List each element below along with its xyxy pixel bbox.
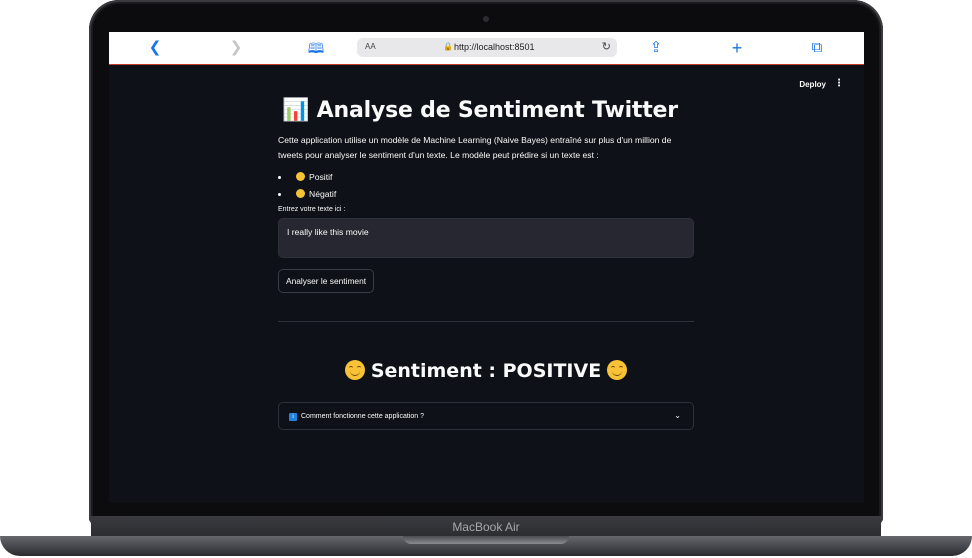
- frowning-face-icon: [296, 189, 305, 198]
- analyze-button[interactable]: Analyser le sentiment: [278, 269, 375, 293]
- info-icon: i: [289, 413, 297, 421]
- option-negative: Négatif: [309, 189, 337, 199]
- chevron-right-icon[interactable]: ❯: [226, 38, 246, 58]
- text-input-label: Entrez votre texte ici :: [278, 206, 346, 213]
- url-text[interactable]: http://localhost:8501: [454, 42, 535, 52]
- list-item: Négatif: [290, 189, 694, 199]
- browser-toolbar: ❮ ❯ 🕮 AA 🔒 http://localhost:8501 ↻ ⇪ + ⧉: [109, 32, 864, 65]
- text-input[interactable]: I really like this movie: [278, 218, 694, 258]
- book-icon[interactable]: 🕮: [306, 38, 326, 58]
- chevron-left-icon[interactable]: ❮: [145, 38, 165, 58]
- share-icon[interactable]: ⇪: [646, 38, 666, 58]
- option-positive: Positif: [309, 172, 333, 182]
- expander-label[interactable]: Comment fonctionne cette application ?: [301, 413, 424, 420]
- intro-text: Cette application utilise un modèle de M…: [278, 135, 672, 160]
- info-expander[interactable]: i Comment fonctionne cette application ?…: [278, 402, 694, 430]
- page-title: 📊 Analyse de Sentiment Twitter: [282, 98, 694, 123]
- main-content: 📊 Analyse de Sentiment Twitter Cette app…: [278, 90, 694, 430]
- page-title-text: Analyse de Sentiment Twitter: [316, 98, 678, 123]
- smiling-face-icon: [296, 172, 305, 181]
- list-item: Positif: [290, 172, 694, 182]
- sentiment-options-list: Positif Négatif: [278, 172, 694, 199]
- reload-icon[interactable]: ↻: [602, 40, 611, 53]
- camera-icon: [483, 16, 489, 22]
- browser-window: ❮ ❯ 🕮 AA 🔒 http://localhost:8501 ↻ ⇪ + ⧉…: [109, 32, 864, 503]
- plus-icon[interactable]: +: [727, 38, 747, 58]
- sentiment-result-text: Sentiment : POSITIVE: [370, 360, 602, 382]
- deploy-button[interactable]: Deploy: [799, 80, 826, 89]
- tabs-icon[interactable]: ⧉: [807, 38, 827, 58]
- smiling-face-icon: [344, 360, 365, 380]
- address-bar[interactable]: AA 🔒 http://localhost:8501 ↻: [357, 38, 617, 57]
- main-menu-icon[interactable]: ⋮: [834, 78, 844, 89]
- divider: [278, 321, 694, 322]
- text-size-button[interactable]: AA: [365, 42, 376, 51]
- laptop-notch: [403, 536, 569, 544]
- sentiment-result: Sentiment : POSITIVE: [278, 360, 694, 382]
- smiling-face-icon: [607, 360, 628, 380]
- lock-icon: 🔒: [443, 42, 453, 51]
- chevron-down-icon[interactable]: ⌄: [674, 411, 681, 420]
- device-label: MacBook Air: [452, 520, 520, 534]
- bar-chart-icon: 📊: [282, 98, 310, 123]
